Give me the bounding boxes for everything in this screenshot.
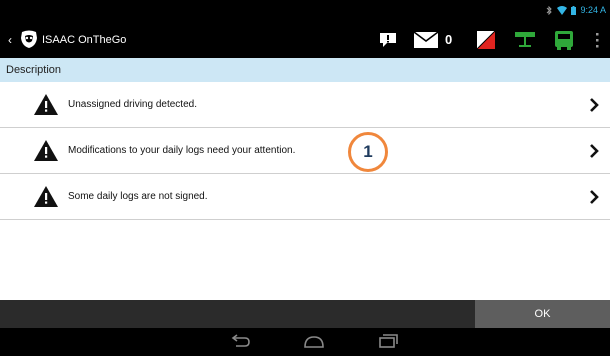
column-header-label: Description [6, 64, 62, 76]
action-bar: ‹ ISAAC OnTheGo 0 [0, 22, 610, 58]
column-header: Description [0, 58, 610, 82]
step-badge: 1 [348, 132, 388, 172]
chevron-right-icon[interactable] [588, 97, 600, 113]
button-bar: OK [0, 300, 610, 328]
recents-nav-icon[interactable] [376, 332, 400, 352]
back-nav-icon[interactable] [228, 332, 252, 352]
chevron-right-icon[interactable] [588, 143, 600, 159]
status-flag-icon[interactable] [474, 28, 498, 52]
system-nav-bar [0, 328, 610, 356]
list-item[interactable]: Modifications to your daily logs need yo… [0, 128, 610, 174]
list-item[interactable]: Some daily logs are not signed. [0, 174, 610, 220]
battery-icon [571, 5, 577, 15]
warning-icon [34, 140, 58, 161]
status-time: 9:24 A [580, 5, 606, 15]
warning-icon [34, 186, 58, 207]
network-icon[interactable] [513, 28, 537, 52]
chevron-right-icon[interactable] [588, 189, 600, 205]
list-item[interactable]: Unassigned driving detected. [0, 82, 610, 128]
truck-icon[interactable] [552, 28, 576, 52]
up-navigation[interactable]: ‹ [8, 33, 12, 47]
ok-button[interactable]: OK [475, 300, 610, 328]
alert-icon[interactable] [376, 28, 400, 52]
list-item-label: Unassigned driving detected. [68, 99, 197, 110]
wifi-icon [557, 5, 568, 15]
app-logo-icon[interactable] [18, 28, 40, 50]
app-title: ISAAC OnTheGo [42, 34, 127, 46]
bluetooth-icon [547, 5, 553, 15]
list-item-label: Modifications to your daily logs need yo… [68, 145, 296, 156]
list-item-label: Some daily logs are not signed. [68, 191, 208, 202]
warning-icon [34, 94, 58, 115]
status-icons: 9:24 A [545, 4, 606, 16]
home-nav-icon[interactable] [302, 332, 326, 352]
message-count: 0 [445, 32, 453, 47]
overflow-menu-icon[interactable] [594, 30, 600, 50]
envelope-icon[interactable] [414, 28, 438, 52]
status-bar: 9:24 A [0, 0, 610, 22]
